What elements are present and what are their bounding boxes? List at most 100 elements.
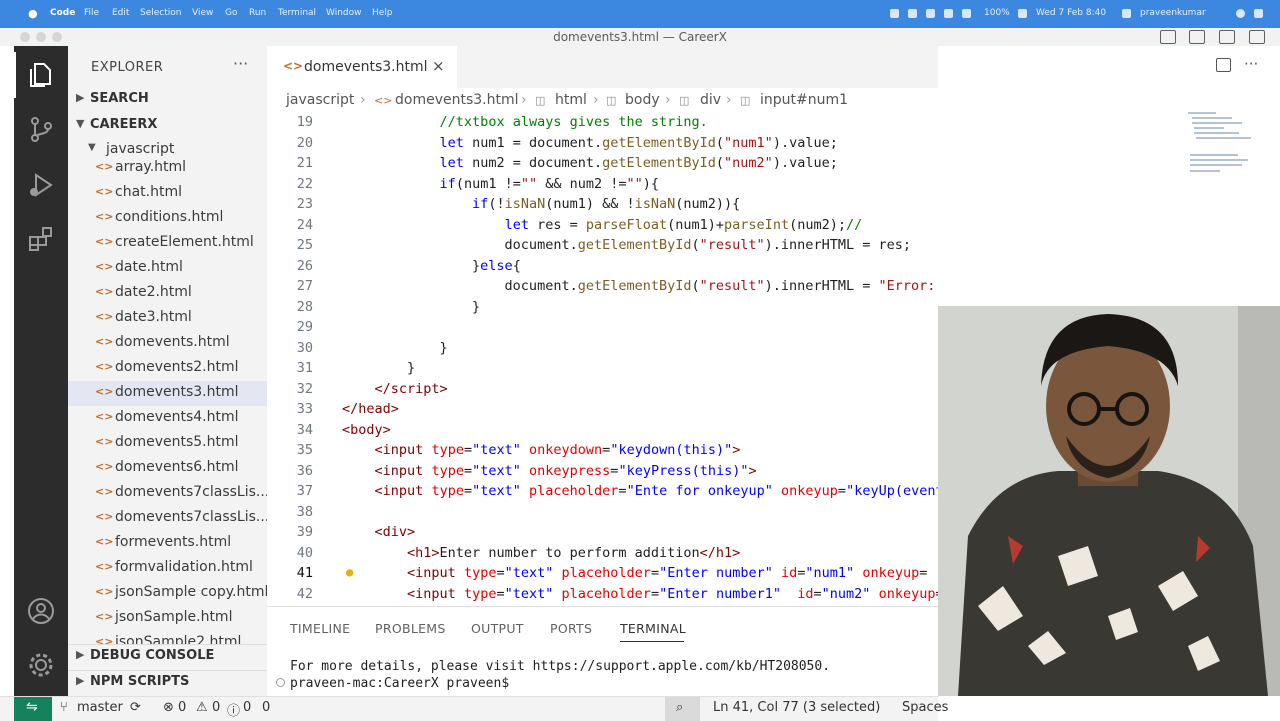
- minimap[interactable]: [1188, 112, 1258, 182]
- menu-datetime[interactable]: Wed 7 Feb 8:40: [1036, 8, 1106, 18]
- toggle-panel-icon[interactable]: [1189, 30, 1205, 44]
- indentation-setting[interactable]: Spaces: [902, 700, 948, 715]
- file-item[interactable]: <> formvalidation.html: [68, 556, 267, 581]
- more-actions-icon[interactable]: ···: [1244, 55, 1258, 73]
- code-line[interactable]: <input type="text" placeholder="Ente for…: [342, 483, 938, 499]
- search-status-item[interactable]: ⌕: [665, 697, 700, 721]
- tray-icon[interactable]: [908, 9, 917, 18]
- menu-help[interactable]: Help: [372, 8, 393, 18]
- file-item[interactable]: <> chat.html: [68, 181, 267, 206]
- tab-ports[interactable]: PORTS: [550, 621, 592, 636]
- file-item[interactable]: <> jsonSample2.html: [68, 631, 267, 644]
- tab-problems[interactable]: PROBLEMS: [375, 621, 446, 636]
- ports-count[interactable]: 0: [262, 700, 270, 715]
- explorer-icon[interactable]: [26, 60, 56, 90]
- battery-percent[interactable]: 100%: [984, 8, 1010, 18]
- remote-indicator[interactable]: ⇋: [14, 697, 52, 721]
- code-line[interactable]: }else{: [342, 258, 521, 274]
- file-item[interactable]: <> domevents7classLis...: [68, 481, 267, 506]
- file-item[interactable]: <> domevents5.html: [68, 431, 267, 456]
- code-line[interactable]: <input type="text" onkeypress="keyPress(…: [342, 463, 757, 479]
- sync-icon[interactable]: ⟳: [130, 700, 141, 715]
- code-line[interactable]: </script>: [342, 381, 448, 397]
- file-item[interactable]: <> date3.html: [68, 306, 267, 331]
- code-line[interactable]: </head>: [342, 401, 399, 417]
- code-line[interactable]: document.getElementById("result").innerH…: [342, 278, 938, 294]
- info-count[interactable]: 0: [243, 700, 251, 715]
- menu-terminal[interactable]: Terminal: [278, 8, 316, 18]
- code-line[interactable]: let num2 = document.getElementById("num2…: [342, 155, 838, 171]
- breadcrumb-item[interactable]: div: [700, 92, 721, 108]
- tab-output[interactable]: OUTPUT: [471, 621, 524, 636]
- menu-user[interactable]: praveenkumar: [1140, 8, 1206, 18]
- code-line[interactable]: <input type="text" placeholder="Enter nu…: [342, 565, 927, 581]
- siri-icon[interactable]: [1236, 9, 1245, 18]
- cursor-position[interactable]: Ln 41, Col 77 (3 selected): [713, 700, 880, 715]
- tab-timeline[interactable]: TIMELINE: [290, 621, 350, 636]
- file-item[interactable]: <> conditions.html: [68, 206, 267, 231]
- code-editor[interactable]: 19 //txtbox always gives the string. 20 l…: [267, 112, 938, 606]
- file-item[interactable]: <> domevents3.html: [68, 381, 267, 406]
- menu-file[interactable]: File: [84, 8, 99, 18]
- file-item[interactable]: <> array.html: [68, 156, 267, 181]
- menu-go[interactable]: Go: [225, 8, 237, 18]
- menu-run[interactable]: Run: [249, 8, 266, 18]
- manage-gear-icon[interactable]: [26, 650, 56, 680]
- split-editor-icon[interactable]: [1216, 58, 1231, 72]
- code-line[interactable]: if(!isNaN(num1) && !isNaN(num2)){: [342, 196, 740, 212]
- code-line[interactable]: <h1>Enter number to perform addition</h1…: [342, 545, 740, 561]
- menu-view[interactable]: View: [192, 8, 213, 18]
- apple-icon[interactable]: ●: [28, 7, 38, 20]
- breadcrumb-item[interactable]: input#num1: [760, 92, 848, 108]
- tab-terminal[interactable]: TERMINAL: [620, 621, 686, 636]
- control-center-icon[interactable]: [1254, 9, 1263, 18]
- debug-console-section[interactable]: ▶ DEBUG CONSOLE: [68, 644, 267, 667]
- code-line[interactable]: let res = parseFloat(num1)+parseInt(num2…: [342, 217, 863, 233]
- code-line[interactable]: <input type="text" onkeydown="keydown(th…: [342, 442, 741, 458]
- file-item[interactable]: <> date2.html: [68, 281, 267, 306]
- file-item[interactable]: <> createElement.html: [68, 231, 267, 256]
- lightbulb-icon[interactable]: ●: [346, 565, 353, 579]
- tray-icon[interactable]: [926, 9, 935, 18]
- code-line[interactable]: <input type="text" placeholder="Enter nu…: [342, 586, 938, 602]
- code-line[interactable]: <div>: [342, 524, 416, 540]
- warning-count[interactable]: 0: [212, 700, 220, 715]
- branch-name[interactable]: master: [77, 700, 123, 715]
- file-item[interactable]: <> domevents7classLis...: [68, 506, 267, 531]
- file-item[interactable]: <> jsonSample copy.html: [68, 581, 267, 606]
- file-item[interactable]: <> domevents.html: [68, 331, 267, 356]
- account-icon[interactable]: [26, 596, 56, 626]
- terminal-prompt[interactable]: praveen-mac:CareerX praveen$: [290, 676, 509, 691]
- file-item[interactable]: <> date.html: [68, 256, 267, 281]
- file-item[interactable]: <> jsonSample.html: [68, 606, 267, 631]
- source-control-icon[interactable]: [26, 114, 56, 144]
- npm-scripts-section[interactable]: ▶ NPM SCRIPTS: [68, 670, 267, 693]
- code-line[interactable]: //txtbox always gives the string.: [342, 114, 708, 130]
- breadcrumb-item[interactable]: domevents3.html: [395, 92, 519, 108]
- wifi-icon[interactable]: [944, 9, 953, 18]
- tray-icon[interactable]: [962, 9, 971, 18]
- menu-window[interactable]: Window: [326, 8, 362, 18]
- code-line[interactable]: <body>: [342, 422, 391, 438]
- user-icon[interactable]: [1122, 9, 1131, 18]
- file-item[interactable]: <> domevents6.html: [68, 456, 267, 481]
- tab-domevents3[interactable]: <> domevents3.html ×: [267, 46, 457, 88]
- file-item[interactable]: <> formevents.html: [68, 531, 267, 556]
- error-count[interactable]: 0: [178, 700, 186, 715]
- toggle-secondary-sidebar-icon[interactable]: [1219, 30, 1235, 44]
- menu-selection[interactable]: Selection: [140, 8, 181, 18]
- battery-icon[interactable]: [1018, 9, 1027, 18]
- code-line[interactable]: if(num1 !="" && num2 !=""){: [342, 176, 660, 192]
- code-line[interactable]: }: [342, 299, 480, 315]
- code-line[interactable]: }: [342, 360, 415, 376]
- toggle-sidebar-icon[interactable]: [1160, 30, 1176, 44]
- file-item[interactable]: <> domevents4.html: [68, 406, 267, 431]
- file-item[interactable]: <> domevents2.html: [68, 356, 267, 381]
- run-debug-icon[interactable]: [26, 170, 56, 200]
- tray-icon[interactable]: [890, 9, 899, 18]
- menu-edit[interactable]: Edit: [112, 8, 129, 18]
- close-tab-icon[interactable]: ×: [432, 57, 445, 75]
- breadcrumb-item[interactable]: html: [555, 92, 587, 108]
- code-line[interactable]: document.getElementById("result").innerH…: [342, 237, 911, 253]
- code-line[interactable]: }: [342, 340, 448, 356]
